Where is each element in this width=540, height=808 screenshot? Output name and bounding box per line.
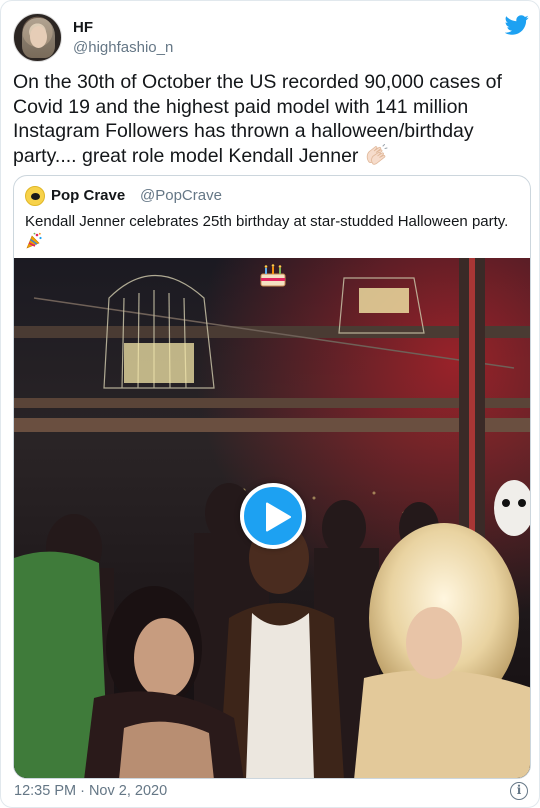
info-icon[interactable]: i bbox=[510, 782, 528, 800]
party-popper-emoji bbox=[26, 232, 42, 249]
clapping-hands-emoji bbox=[366, 143, 388, 165]
tweet-header: HF @highfashio_n bbox=[13, 13, 529, 63]
quoted-author-name[interactable]: Pop Crave bbox=[51, 187, 125, 204]
tweet-timestamp[interactable]: 12:35 PM · Nov 2, 2020 bbox=[14, 783, 167, 799]
quoted-author-avatar[interactable] bbox=[25, 186, 45, 206]
quoted-tweet-text: Kendall Jenner celebrates 25th birthday … bbox=[25, 212, 521, 253]
quoted-tweet-text-body: Kendall Jenner celebrates 25th birthday … bbox=[25, 213, 509, 230]
quoted-tweet[interactable]: Pop Crave @PopCrave Kendall Jenner celeb… bbox=[13, 175, 531, 779]
tweet-card: HF @highfashio_n On the 30th of October … bbox=[0, 0, 540, 808]
author-handle[interactable]: @highfashio_n bbox=[73, 39, 173, 56]
twitter-bird-icon[interactable] bbox=[505, 13, 529, 37]
tweet-text-body: On the 30th of October the US recorded 9… bbox=[13, 71, 502, 167]
author-avatar[interactable] bbox=[13, 13, 62, 62]
quoted-author-handle[interactable]: @PopCrave bbox=[140, 187, 222, 204]
tweet-text: On the 30th of October the US recorded 9… bbox=[13, 70, 529, 168]
author-name[interactable]: HF bbox=[73, 19, 93, 36]
play-icon bbox=[266, 502, 291, 532]
video-player[interactable] bbox=[14, 258, 530, 778]
play-button[interactable] bbox=[240, 483, 306, 549]
